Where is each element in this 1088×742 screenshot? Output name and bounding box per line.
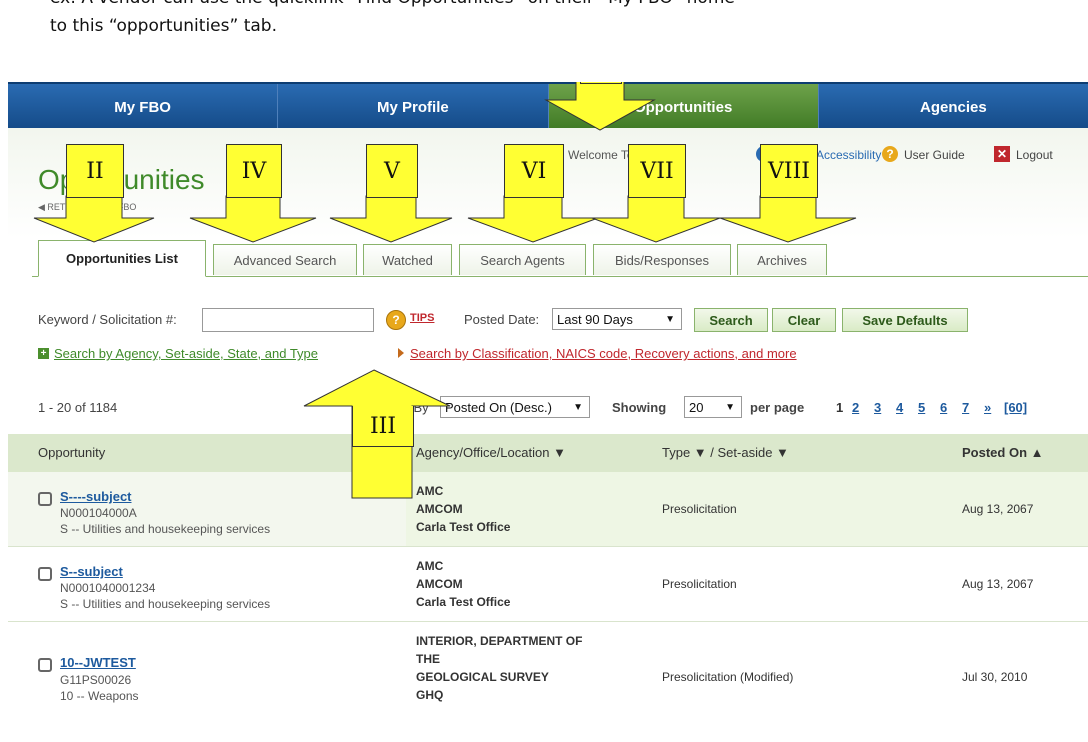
document-line-2: to this “opportunities” tab. (50, 16, 277, 36)
fbo-screenshot: My FBO My Profile Opportunities Agencies… (8, 82, 1088, 742)
annotation-arrow-vii (591, 195, 721, 243)
annotation-label-viii: VIII (760, 144, 818, 198)
annotation-label-v: V (366, 144, 418, 198)
annotation-label-vi: VI (504, 144, 564, 198)
annotation-arrow-v (329, 195, 453, 243)
document-line-1: ex: A vendor can use the quicklink “Find… (50, 0, 735, 11)
annotation-label-iv: IV (226, 144, 282, 198)
annotation-label-ii: II (66, 144, 124, 198)
annotation-arrow-vi (467, 195, 599, 243)
annotation-arrow-viii (719, 195, 857, 243)
annotation-arrow-ii (33, 195, 155, 243)
annotation-label-vii: VII (628, 144, 686, 198)
annotation-label-i: I (580, 82, 622, 84)
annotation-label-iii: III (352, 406, 414, 447)
annotation-arrow-i (544, 82, 656, 131)
annotation-arrow-iv (189, 195, 317, 243)
